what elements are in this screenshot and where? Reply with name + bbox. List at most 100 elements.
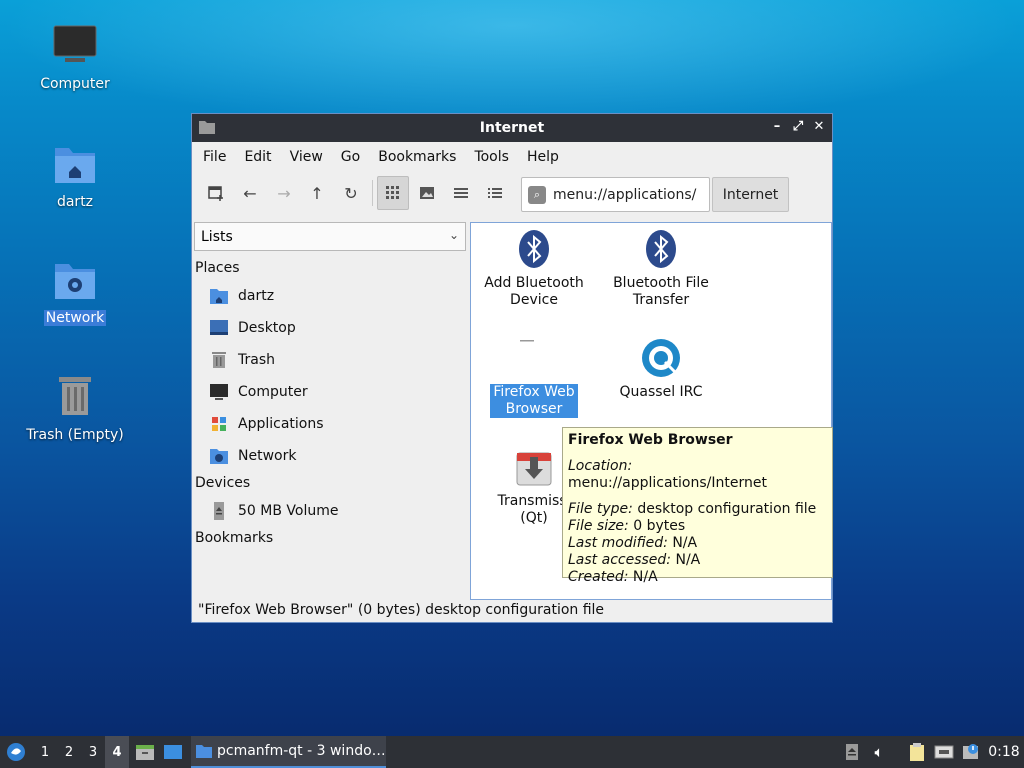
desktop-icon-trash[interactable]: Trash (Empty) bbox=[20, 373, 130, 443]
sidebar-item-computer[interactable]: Computer bbox=[192, 376, 468, 408]
address-bar[interactable]: ⌕ menu://applications/ bbox=[521, 177, 710, 212]
file-item-add-bluetooth[interactable]: Add Bluetooth Device bbox=[474, 229, 594, 309]
transmission-icon bbox=[514, 447, 554, 487]
tooltip-value: 0 bytes bbox=[633, 518, 686, 534]
menu-tools[interactable]: Tools bbox=[465, 149, 518, 165]
network-tray[interactable] bbox=[932, 736, 956, 768]
tooltip-filesize: File size: 0 bytes bbox=[568, 518, 827, 535]
up-button[interactable]: ↑ bbox=[301, 176, 333, 210]
menu-help[interactable]: Help bbox=[518, 149, 568, 165]
file-label: Add Bluetooth bbox=[484, 275, 584, 291]
start-menu-button[interactable] bbox=[4, 736, 28, 768]
back-button[interactable]: ← bbox=[234, 176, 266, 210]
maximize-button[interactable]: ⤢ bbox=[789, 118, 807, 136]
file-item-firefox[interactable]: Firefox Web Browser bbox=[474, 338, 594, 418]
home-folder-icon bbox=[209, 287, 229, 305]
update-notifier-icon bbox=[963, 744, 978, 759]
file-tooltip: Firefox Web Browser Location: menu://app… bbox=[562, 427, 833, 585]
bluetooth-icon bbox=[641, 229, 681, 269]
folder-icon bbox=[196, 745, 212, 758]
sidebar-item-applications[interactable]: Applications bbox=[192, 408, 468, 440]
sidebar-item-volume[interactable]: 50 MB Volume bbox=[192, 495, 468, 527]
sidebar-item-label: 50 MB Volume bbox=[238, 503, 339, 519]
tooltip-value: N/A bbox=[672, 535, 698, 551]
taskbar-window-pcmanfm[interactable]: pcmanfm-qt - 3 windo… bbox=[191, 736, 386, 768]
removable-media-tray[interactable] bbox=[842, 736, 862, 768]
close-button[interactable]: ✕ bbox=[810, 118, 828, 136]
sidebar-item-trash[interactable]: Trash bbox=[192, 344, 468, 376]
tooltip-value: N/A bbox=[632, 569, 658, 585]
desktop-icon bbox=[164, 745, 182, 759]
sidebar-item-label: Network bbox=[238, 448, 297, 464]
file-label-selected: Firefox Web Browser bbox=[490, 384, 578, 418]
eject-icon bbox=[209, 502, 229, 520]
file-manager-launcher[interactable] bbox=[133, 736, 157, 768]
file-label: Transfer bbox=[632, 292, 690, 308]
bluetooth-icon bbox=[514, 229, 554, 269]
clipboard-icon bbox=[910, 743, 924, 761]
arrow-left-icon: ← bbox=[243, 183, 257, 203]
file-label: Bluetooth File bbox=[613, 275, 709, 291]
sidebar-item-desktop[interactable]: Desktop bbox=[192, 312, 468, 344]
detail-view-button[interactable] bbox=[479, 176, 511, 210]
image-icon bbox=[420, 187, 434, 199]
location-icon: ⌕ bbox=[528, 185, 546, 204]
network-folder-icon bbox=[51, 256, 99, 304]
task-label: pcmanfm-qt - 3 windo… bbox=[217, 743, 386, 759]
forward-button[interactable]: → bbox=[268, 176, 300, 210]
file-item-quassel[interactable]: Quassel IRC bbox=[601, 338, 721, 401]
menu-file[interactable]: File bbox=[194, 149, 235, 165]
sidebar-mode-value: Lists bbox=[201, 228, 233, 245]
desktop-icon-computer[interactable]: Computer bbox=[20, 22, 130, 92]
toolbar-separator bbox=[372, 180, 373, 206]
devices-header: Devices bbox=[195, 475, 251, 491]
clipboard-tray[interactable] bbox=[906, 736, 928, 768]
workspace-1[interactable]: 1 bbox=[33, 736, 57, 768]
sidebar-item-label: Applications bbox=[238, 416, 324, 432]
lxqt-logo-icon bbox=[7, 743, 25, 761]
menu-bookmarks[interactable]: Bookmarks bbox=[369, 149, 465, 165]
tooltip-key: Location: bbox=[568, 458, 633, 474]
file-label: Browser bbox=[505, 401, 563, 417]
tooltip-key: Last accessed: bbox=[568, 552, 672, 568]
workspace-4[interactable]: 4 bbox=[105, 736, 129, 768]
applications-icon bbox=[209, 415, 229, 433]
clock[interactable]: 0:18 bbox=[986, 736, 1022, 768]
titlebar[interactable]: Internet – ⤢ ✕ bbox=[192, 114, 832, 142]
notification-tray[interactable] bbox=[960, 736, 982, 768]
tooltip-modified: Last modified: N/A bbox=[568, 535, 827, 552]
menu-view[interactable]: View bbox=[281, 149, 332, 165]
file-cabinet-icon bbox=[136, 745, 154, 760]
file-label: Quassel IRC bbox=[619, 384, 703, 400]
workspace-2[interactable]: 2 bbox=[57, 736, 81, 768]
compact-view-button[interactable] bbox=[445, 176, 477, 210]
desktop-icon-dartz[interactable]: dartz bbox=[20, 140, 130, 210]
menu-go[interactable]: Go bbox=[332, 149, 369, 165]
reload-button[interactable]: ↻ bbox=[335, 176, 367, 210]
menubar: File Edit View Go Bookmarks Tools Help bbox=[192, 142, 832, 172]
reload-icon: ↻ bbox=[344, 183, 358, 203]
minimize-button[interactable]: – bbox=[768, 118, 786, 136]
list-icon bbox=[454, 188, 468, 198]
file-label: Firefox Web bbox=[493, 384, 575, 400]
file-item-bluetooth-transfer[interactable]: Bluetooth File Transfer bbox=[601, 229, 721, 309]
network-folder-icon bbox=[209, 447, 229, 465]
menu-edit[interactable]: Edit bbox=[235, 149, 280, 165]
new-tab-button[interactable] bbox=[200, 176, 232, 210]
trash-icon bbox=[51, 373, 99, 421]
sidebar-item-label: Trash bbox=[238, 352, 275, 368]
grid-icon bbox=[386, 186, 399, 199]
thumbnail-view-button[interactable] bbox=[411, 176, 443, 210]
sidebar-item-dartz[interactable]: dartz bbox=[192, 280, 468, 312]
sidebar-item-network[interactable]: Network bbox=[192, 440, 468, 472]
workspace-3[interactable]: 3 bbox=[81, 736, 105, 768]
show-desktop-button[interactable] bbox=[161, 736, 185, 768]
sidebar-mode-select[interactable]: Lists ⌄ bbox=[194, 222, 466, 251]
breadcrumb-internet[interactable]: Internet bbox=[712, 177, 789, 212]
arrow-up-icon: ↑ bbox=[310, 183, 324, 203]
desktop-icon-network[interactable]: Network bbox=[20, 256, 130, 326]
icon-view-button[interactable] bbox=[377, 176, 409, 210]
firefox-icon bbox=[514, 338, 554, 378]
desktop-icon-label: Computer bbox=[40, 76, 110, 92]
volume-icon[interactable]: 🔈︎ bbox=[868, 736, 890, 768]
